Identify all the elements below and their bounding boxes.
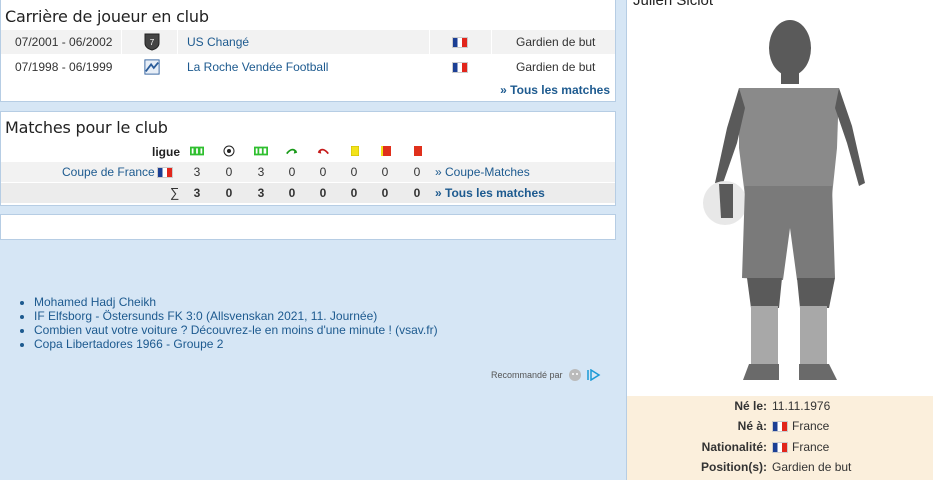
- ad-choices-icon: [586, 369, 600, 381]
- sub-out-arrow-icon: [316, 144, 330, 158]
- club-matches-title: Matches pour le club: [5, 118, 168, 137]
- info-label: Né à:: [737, 419, 767, 433]
- competition-link[interactable]: Coupe de France: [62, 165, 155, 179]
- recommender-face-icon: [568, 369, 581, 381]
- stat-cell: 3: [193, 165, 201, 179]
- info-value: 11.11.1976: [772, 399, 830, 413]
- player-info: Né le: 11.11.1976 Né à: France Nationali…: [627, 396, 933, 480]
- total-cell: 0: [413, 186, 421, 200]
- career-club-link[interactable]: US Changé: [187, 35, 249, 49]
- recommended-link[interactable]: Mohamed Hadj Cheikh: [34, 295, 610, 309]
- svg-text:7: 7: [150, 38, 155, 47]
- birthplace-value: France: [792, 419, 830, 433]
- recommended-by-label: Recommandé par: [491, 370, 563, 380]
- table-total-row: ∑ 3 0 3 0 0 0 0 0 » Tous les matches: [1, 183, 615, 203]
- career-box: Carrière de joueur en club 07/2001 - 06/…: [0, 0, 616, 102]
- info-row: Position(s): Gardien de but: [627, 457, 933, 477]
- france-flag-icon: [772, 420, 788, 432]
- career-period: 07/1998 - 06/1999: [15, 60, 113, 74]
- info-value: Gardien de but: [772, 460, 851, 474]
- career-title: Carrière de joueur en club: [5, 7, 209, 26]
- all-matches-total-link[interactable]: » Tous les matches: [435, 186, 545, 200]
- lineup-icon: [190, 144, 204, 158]
- player-panel: Julien Siciot Né le: 11.11.1976 Né à: Fr…: [626, 0, 933, 480]
- info-label: Position(s):: [701, 460, 767, 474]
- stat-cell: 0: [319, 165, 327, 179]
- info-row: Né à: France: [627, 416, 933, 436]
- career-position: Gardien de but: [516, 60, 596, 74]
- france-flag-icon: [157, 165, 173, 179]
- cup-matches-link[interactable]: » Coupe-Matches: [435, 165, 530, 179]
- career-club-link[interactable]: La Roche Vendée Football: [187, 60, 328, 74]
- goal-ball-icon: [222, 144, 236, 158]
- red-card-icon: [411, 144, 425, 158]
- info-label: Nationalité:: [701, 440, 767, 454]
- club-matches-box: Matches pour le club ligue Coupe de Fran…: [0, 111, 616, 206]
- career-row: 07/2001 - 06/2002 7 US Changé Gardien de…: [1, 30, 615, 54]
- stat-cell: 0: [225, 165, 233, 179]
- total-cell: 0: [319, 186, 327, 200]
- total-cell: 0: [350, 186, 358, 200]
- stat-cell: 0: [413, 165, 421, 179]
- stat-cell: 0: [381, 165, 389, 179]
- recommended-link[interactable]: IF Elfsborg - Östersunds FK 3:0 (Allsven…: [34, 309, 610, 323]
- la-roche-vendee-logo-icon[interactable]: [144, 58, 160, 76]
- career-row: 07/1998 - 06/1999 La Roche Vendée Footba…: [1, 55, 615, 79]
- position-value: Gardien de but: [772, 460, 852, 474]
- birthdate-value: 11.11.1976: [772, 399, 831, 413]
- stat-cell: 3: [257, 165, 265, 179]
- yellow-card-icon: [348, 144, 362, 158]
- recommended-by[interactable]: Recommandé par: [491, 368, 601, 382]
- info-row: Nationalité: France: [627, 437, 933, 457]
- info-value: France: [772, 440, 829, 454]
- total-cell: 3: [193, 186, 201, 200]
- nationality-value: France: [792, 440, 830, 454]
- career-position: Gardien de but: [516, 35, 596, 49]
- recommended-link[interactable]: Copa Libertadores 1966 - Groupe 2: [34, 337, 610, 351]
- career-period: 07/2001 - 06/2002: [15, 35, 113, 49]
- yellow-red-card-icon: [379, 144, 393, 158]
- info-value: France: [772, 419, 829, 433]
- table-row: Coupe de France 3 0 3 0 0 0 0 0 » Coupe-…: [1, 162, 615, 182]
- player-silhouette-icon: [703, 20, 865, 380]
- league-header: ligue: [152, 145, 181, 159]
- sub-in-arrow-icon: [285, 144, 299, 158]
- matches-header: ligue: [1, 144, 615, 160]
- stat-cell: 0: [350, 165, 358, 179]
- us-change-logo-icon[interactable]: 7: [144, 33, 160, 51]
- recommended-link[interactable]: Combien vaut votre voiture ? Découvrez-l…: [34, 323, 610, 337]
- france-flag-icon: [772, 441, 788, 453]
- substitute-icon: [254, 144, 268, 158]
- info-label: Né le:: [734, 399, 767, 413]
- all-matches-link[interactable]: » Tous les matches: [500, 83, 610, 97]
- info-row: Né le: 11.11.1976: [627, 396, 933, 416]
- recommended-list: Mohamed Hadj Cheikh IF Elfsborg - Östers…: [20, 295, 610, 351]
- total-cell: 0: [288, 186, 296, 200]
- total-cell: 0: [225, 186, 233, 200]
- stat-cell: 0: [288, 165, 296, 179]
- empty-box: [0, 214, 616, 240]
- sum-symbol: ∑: [170, 185, 180, 200]
- total-cell: 0: [381, 186, 389, 200]
- total-cell: 3: [257, 186, 265, 200]
- france-flag-icon: [452, 60, 468, 74]
- france-flag-icon: [452, 35, 468, 49]
